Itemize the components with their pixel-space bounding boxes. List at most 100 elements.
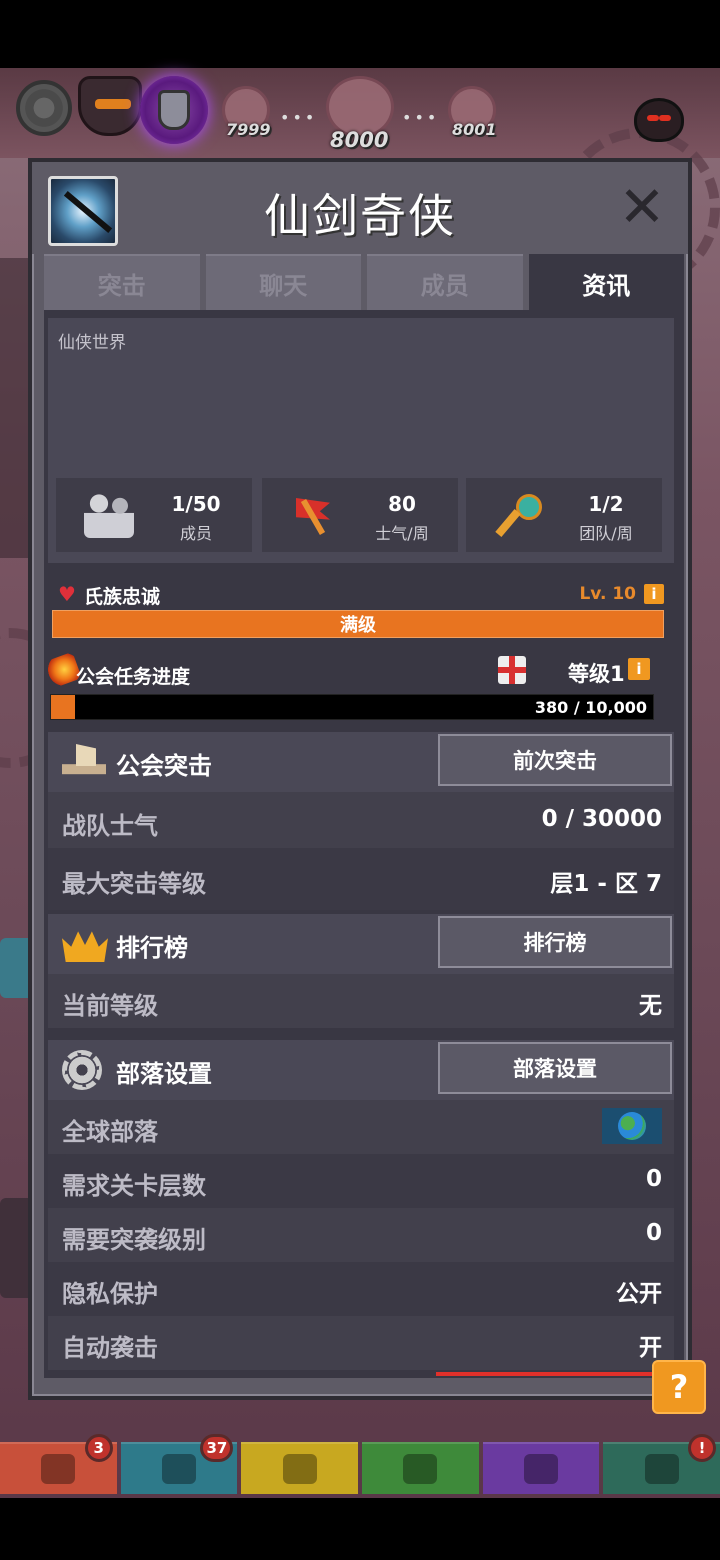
level-dots: ••• [402,108,440,127]
row-label: 需要突袭级别 [62,1226,206,1254]
stat-label: 士气/周 [375,524,429,543]
heart-icon: ♥ [58,582,76,606]
guild-description: 仙侠世界 [58,333,126,353]
task-progress-text: 380 / 10,000 [534,698,647,717]
guild-info-modal: 仙剑奇侠 ✕ 突击 聊天 成员 资讯 仙侠世界 1/50 成员 80 士气/周 … [28,158,692,1400]
loyalty-progress-bar: 满级 [52,610,664,638]
flag-icon [290,492,340,538]
tab-members[interactable]: 成员 [367,254,523,310]
stat-value: 80 [388,492,416,516]
stat-value: 1/2 [588,492,624,516]
bottom-tab-bar: 3 37 ! [0,1434,720,1498]
row-value: 0 [645,1166,662,1192]
shield-sword-icon[interactable] [140,76,208,144]
guild-task-grade: 等级1 [568,662,625,686]
notification-badge: 37 [200,1434,234,1462]
level-dots: ••• [280,108,318,127]
gear-icon [62,1050,102,1090]
row-value: 开 [639,1335,662,1361]
globe-icon [602,1108,662,1144]
bottom-tab-scroll[interactable]: ! [603,1434,720,1494]
required-raid-level-row: 需要突袭级别 0 [48,1208,674,1262]
tab-chat[interactable]: 聊天 [205,254,361,310]
loyalty-level: Lv. 10 [579,584,636,604]
row-value: 公开 [616,1281,662,1307]
row-value: 层1 - 区 7 [550,871,662,897]
heart-icon [524,1454,559,1484]
guild-description-box: 仙侠世界 1/50 成员 80 士气/周 1/2 团队/周 [48,318,674,563]
demon-mask-icon[interactable] [78,76,142,136]
task-progress-fill [51,695,76,719]
crown-icon [62,931,108,962]
clan-loyalty-row: ♥ 氏族忠诚 Lv. 10 i [52,580,666,610]
ship-icon [62,742,106,782]
scroll-icon [644,1454,679,1484]
level-right-text: 8001 [452,120,497,139]
level-left-text: 7999 [226,120,271,139]
row-label: 需求关卡层数 [62,1172,206,1200]
loyalty-info-button[interactable]: i [644,584,664,604]
guild-task-label: 公会任务进度 [76,666,191,688]
previous-raid-button[interactable]: 前次突击 [438,734,672,786]
info-tab-content: 仙侠世界 1/50 成员 80 士气/周 1/2 团队/周 ♥ 氏族忠诚 Lv.… [44,310,684,1378]
row-value: 无 [639,993,662,1019]
settings-gear-icon[interactable] [16,80,72,136]
bottom-tab-helmet[interactable]: 37 [120,1434,238,1494]
tribe-settings-title: 部落设置 [116,1060,212,1088]
guild-task-row: 公会任务进度 等级1 i [44,651,668,690]
guild-title: 仙剑奇侠 [264,189,456,243]
stat-value: 1/50 [171,492,221,516]
bottom-tab-pet[interactable] [362,1442,479,1494]
alert-badge: ! [688,1434,717,1462]
privacy-row: 隐私保护 公开 [48,1262,674,1316]
demon-cat-icon[interactable] [634,98,684,142]
stat-teams: 1/2 团队/周 [466,478,662,552]
max-raid-level-row: 最大突击等级 层1 - 区 7 [48,848,674,910]
people-icon [84,492,134,538]
tab-raid[interactable]: 突击 [44,254,200,310]
guild-raid-title: 公会突击 [116,752,212,780]
leaderboard-title: 排行榜 [116,934,188,962]
current-rank-row: 当前等级 无 [48,974,674,1028]
raid-morale-row: 战队士气 0 / 30000 [48,792,674,848]
help-button[interactable]: ? [652,1360,706,1414]
row-label: 自动袭击 [62,1334,158,1362]
modal-tabs: 突击 聊天 成员 资讯 [44,254,684,310]
tribe-settings-button[interactable]: 部落设置 [438,1042,672,1094]
loyalty-label: 氏族忠诚 [84,586,161,608]
leaderboard-button[interactable]: 排行榜 [438,916,672,968]
helmet-icon [162,1454,196,1484]
auto-raid-row: 自动袭击 开 [48,1316,674,1370]
row-value: 0 / 30000 [541,806,662,832]
bottom-tab-heart[interactable] [482,1442,600,1494]
tribe-settings-header: 部落设置 部落设置 [48,1040,674,1100]
stat-morale: 80 士气/周 [262,478,458,552]
row-label: 隐私保护 [62,1280,158,1308]
tab-info[interactable]: 资讯 [528,254,684,310]
close-button[interactable]: ✕ [618,180,666,236]
level-center-text: 8000 [330,128,389,152]
scroll-indicator [436,1372,660,1376]
armor-icon [282,1454,317,1484]
sword-icon [41,1454,76,1484]
leaderboard-header: 排行榜 排行榜 [48,914,674,974]
stat-members: 1/50 成员 [56,478,252,552]
key-icon [494,492,544,538]
row-label: 当前等级 [62,992,158,1020]
global-tribe-row: 全球部落 [48,1100,674,1154]
pet-icon [403,1454,438,1484]
stat-label: 成员 [179,524,212,543]
row-label: 战队士气 [62,812,158,840]
modal-header: 仙剑奇侠 ✕ [32,162,688,254]
guild-raid-header: 公会突击 前次突击 [48,732,674,792]
row-label: 最大突击等级 [62,870,206,898]
gift-icon[interactable] [498,656,526,684]
guild-task-progress-bar: 380 / 10,000 [50,694,654,720]
bottom-tab-sword[interactable]: 3 [0,1434,117,1494]
bottom-tab-armor[interactable] [241,1442,359,1494]
task-info-button[interactable]: i [628,658,650,680]
row-label: 全球部落 [62,1118,158,1146]
notification-badge: 3 [84,1434,113,1462]
stat-label: 团队/周 [579,524,633,543]
required-floor-row: 需求关卡层数 0 [48,1154,674,1208]
